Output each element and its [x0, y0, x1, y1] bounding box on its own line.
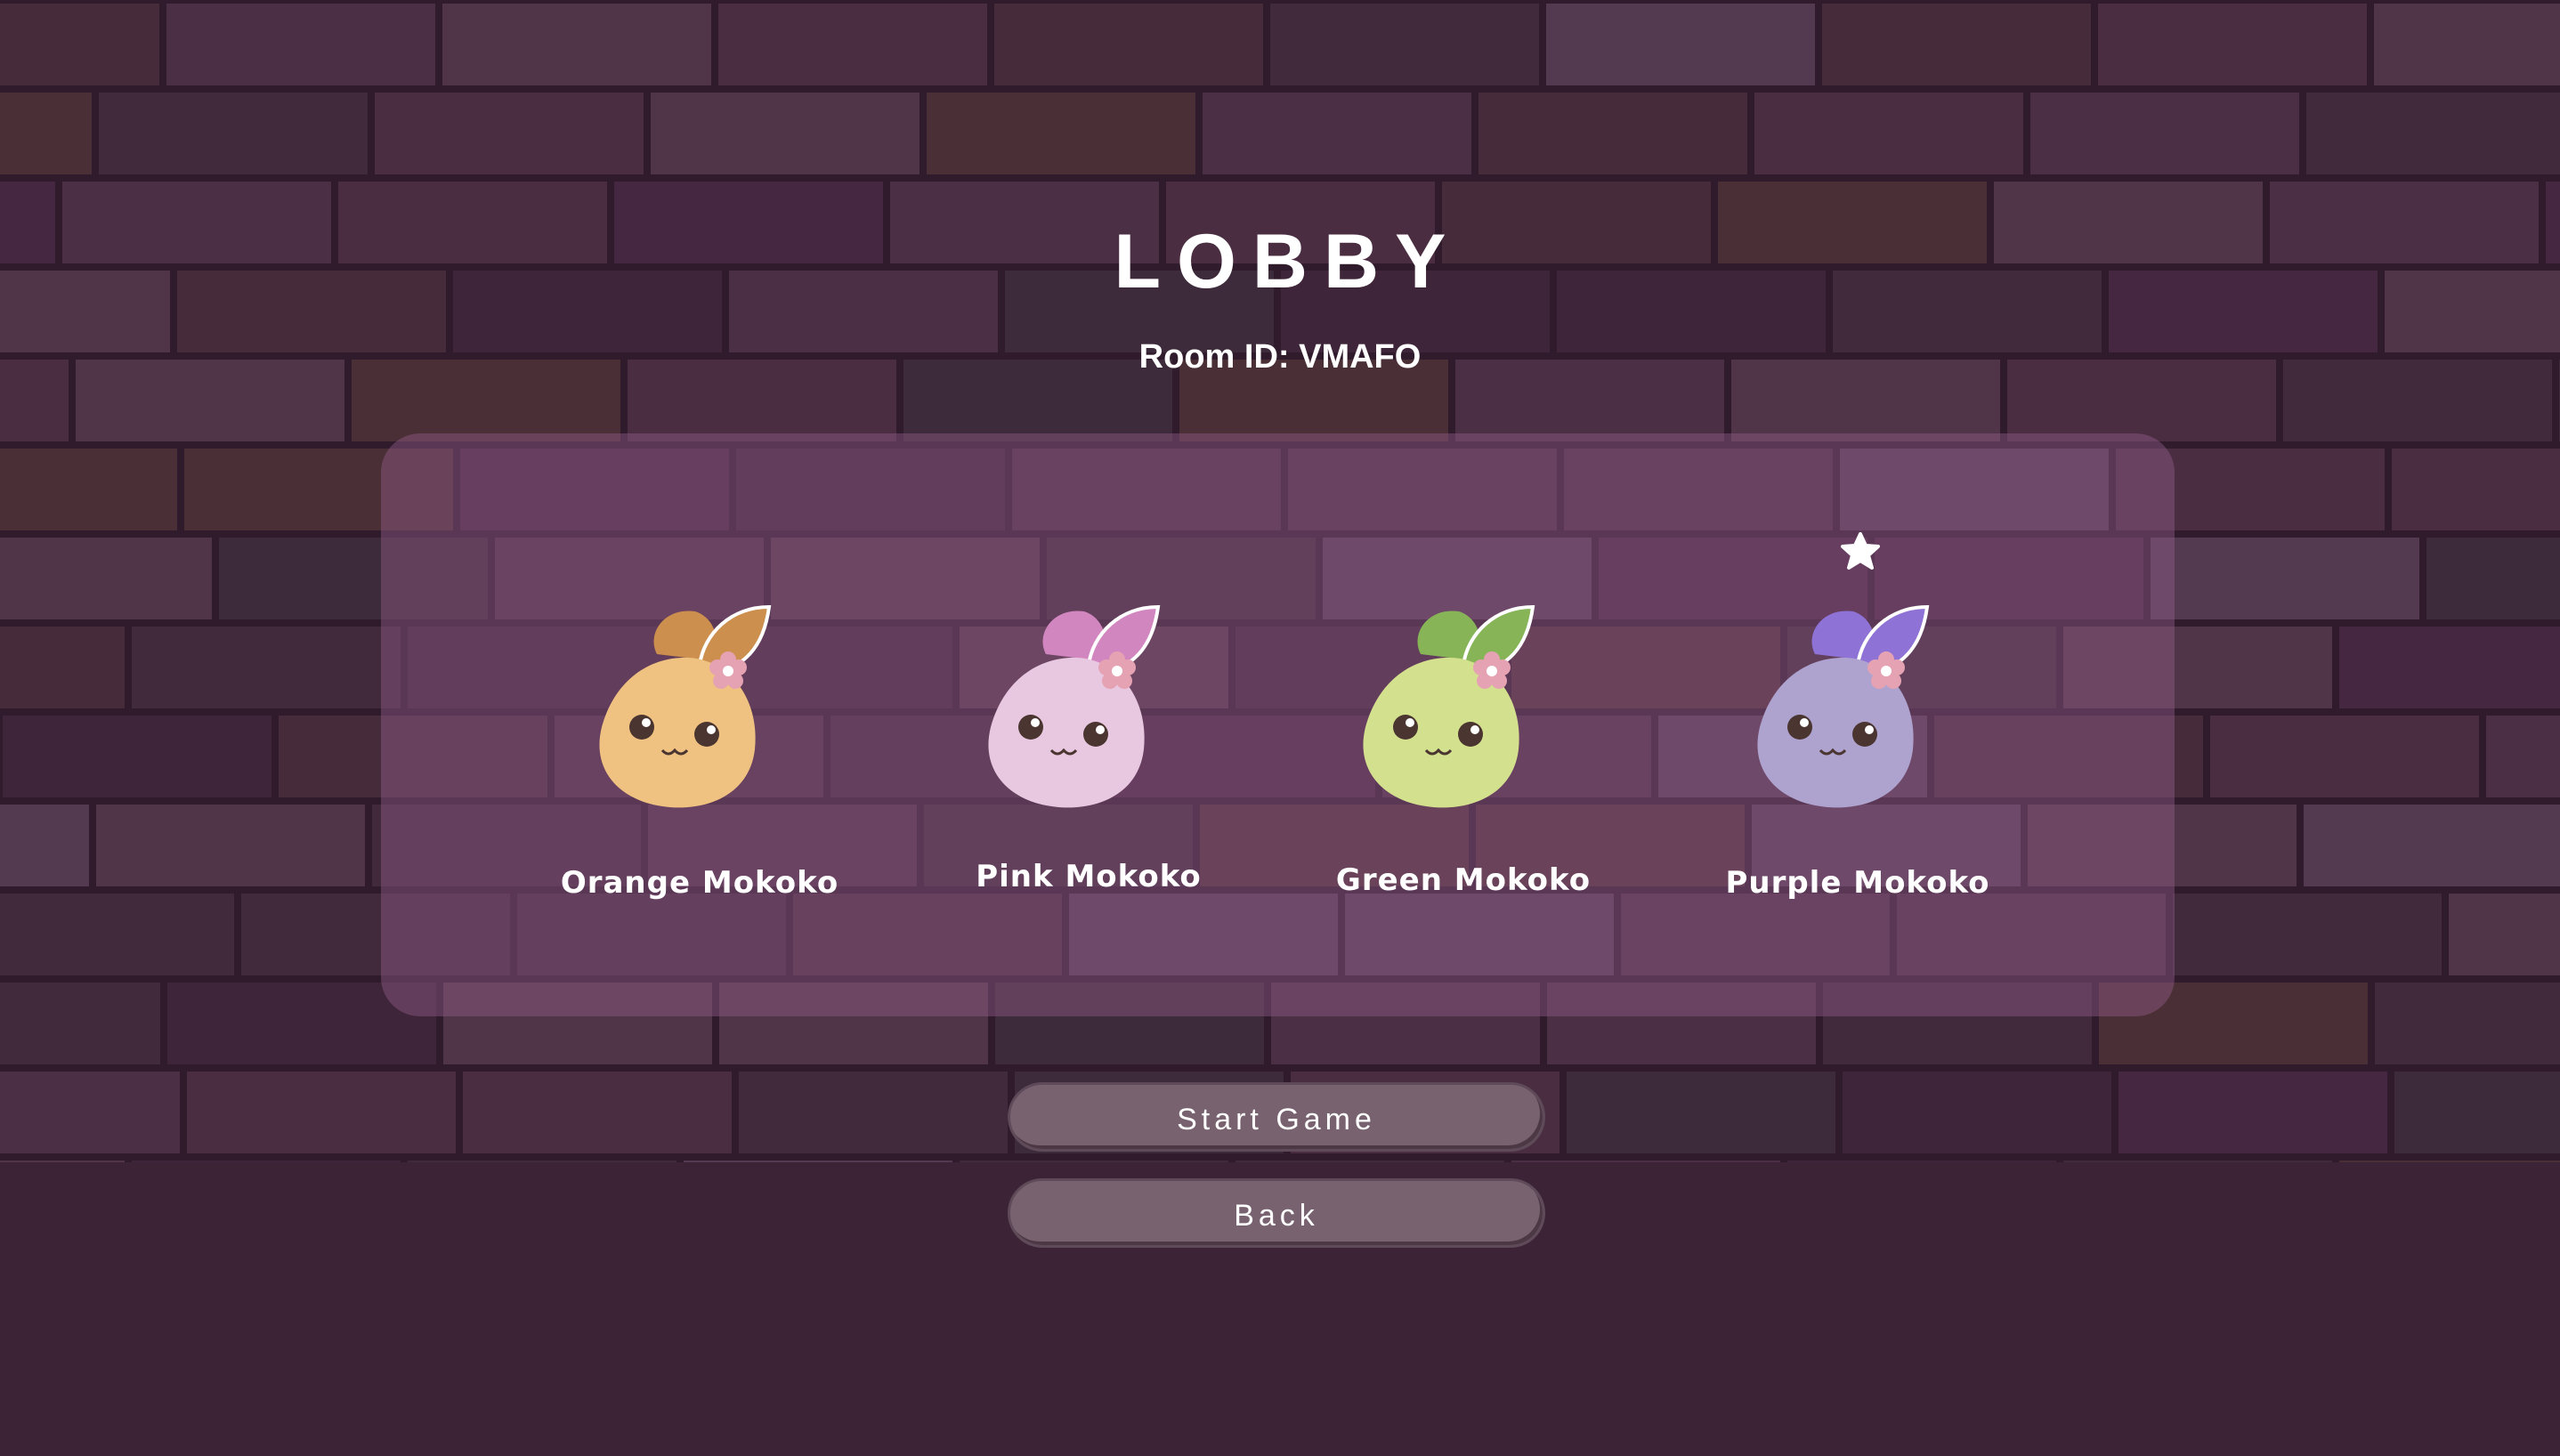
room-id-label: Room ID: VMAFO	[1138, 338, 1422, 376]
character-name-orange: Orange Mokoko	[560, 865, 839, 901]
green-mokoko-icon	[1363, 604, 1535, 808]
character-card-orange[interactable]: Orange Mokoko	[531, 594, 869, 967]
character-name-purple: Purple Mokoko	[1725, 865, 1990, 901]
star-icon	[1841, 532, 1880, 570]
orange-mokoko-icon	[599, 604, 772, 808]
character-name-pink: Pink Mokoko	[976, 859, 1202, 894]
character-card-green[interactable]: Green Mokoko	[1294, 594, 1632, 967]
lobby-title: LOBBY	[1114, 219, 1462, 304]
purple-mokoko-icon	[1757, 604, 1930, 808]
character-card-pink[interactable]: Pink Mokoko	[919, 594, 1258, 967]
start-game-button[interactable]: Start Game	[1008, 1082, 1545, 1152]
character-card-purple[interactable]: Purple Mokoko	[1689, 594, 2027, 967]
character-name-green: Green Mokoko	[1335, 862, 1592, 898]
character-select-panel: Orange Mokoko Pink Mokoko Green Mokoko P…	[381, 433, 2175, 1016]
pink-mokoko-icon	[988, 604, 1161, 808]
back-button[interactable]: Back	[1008, 1178, 1545, 1248]
